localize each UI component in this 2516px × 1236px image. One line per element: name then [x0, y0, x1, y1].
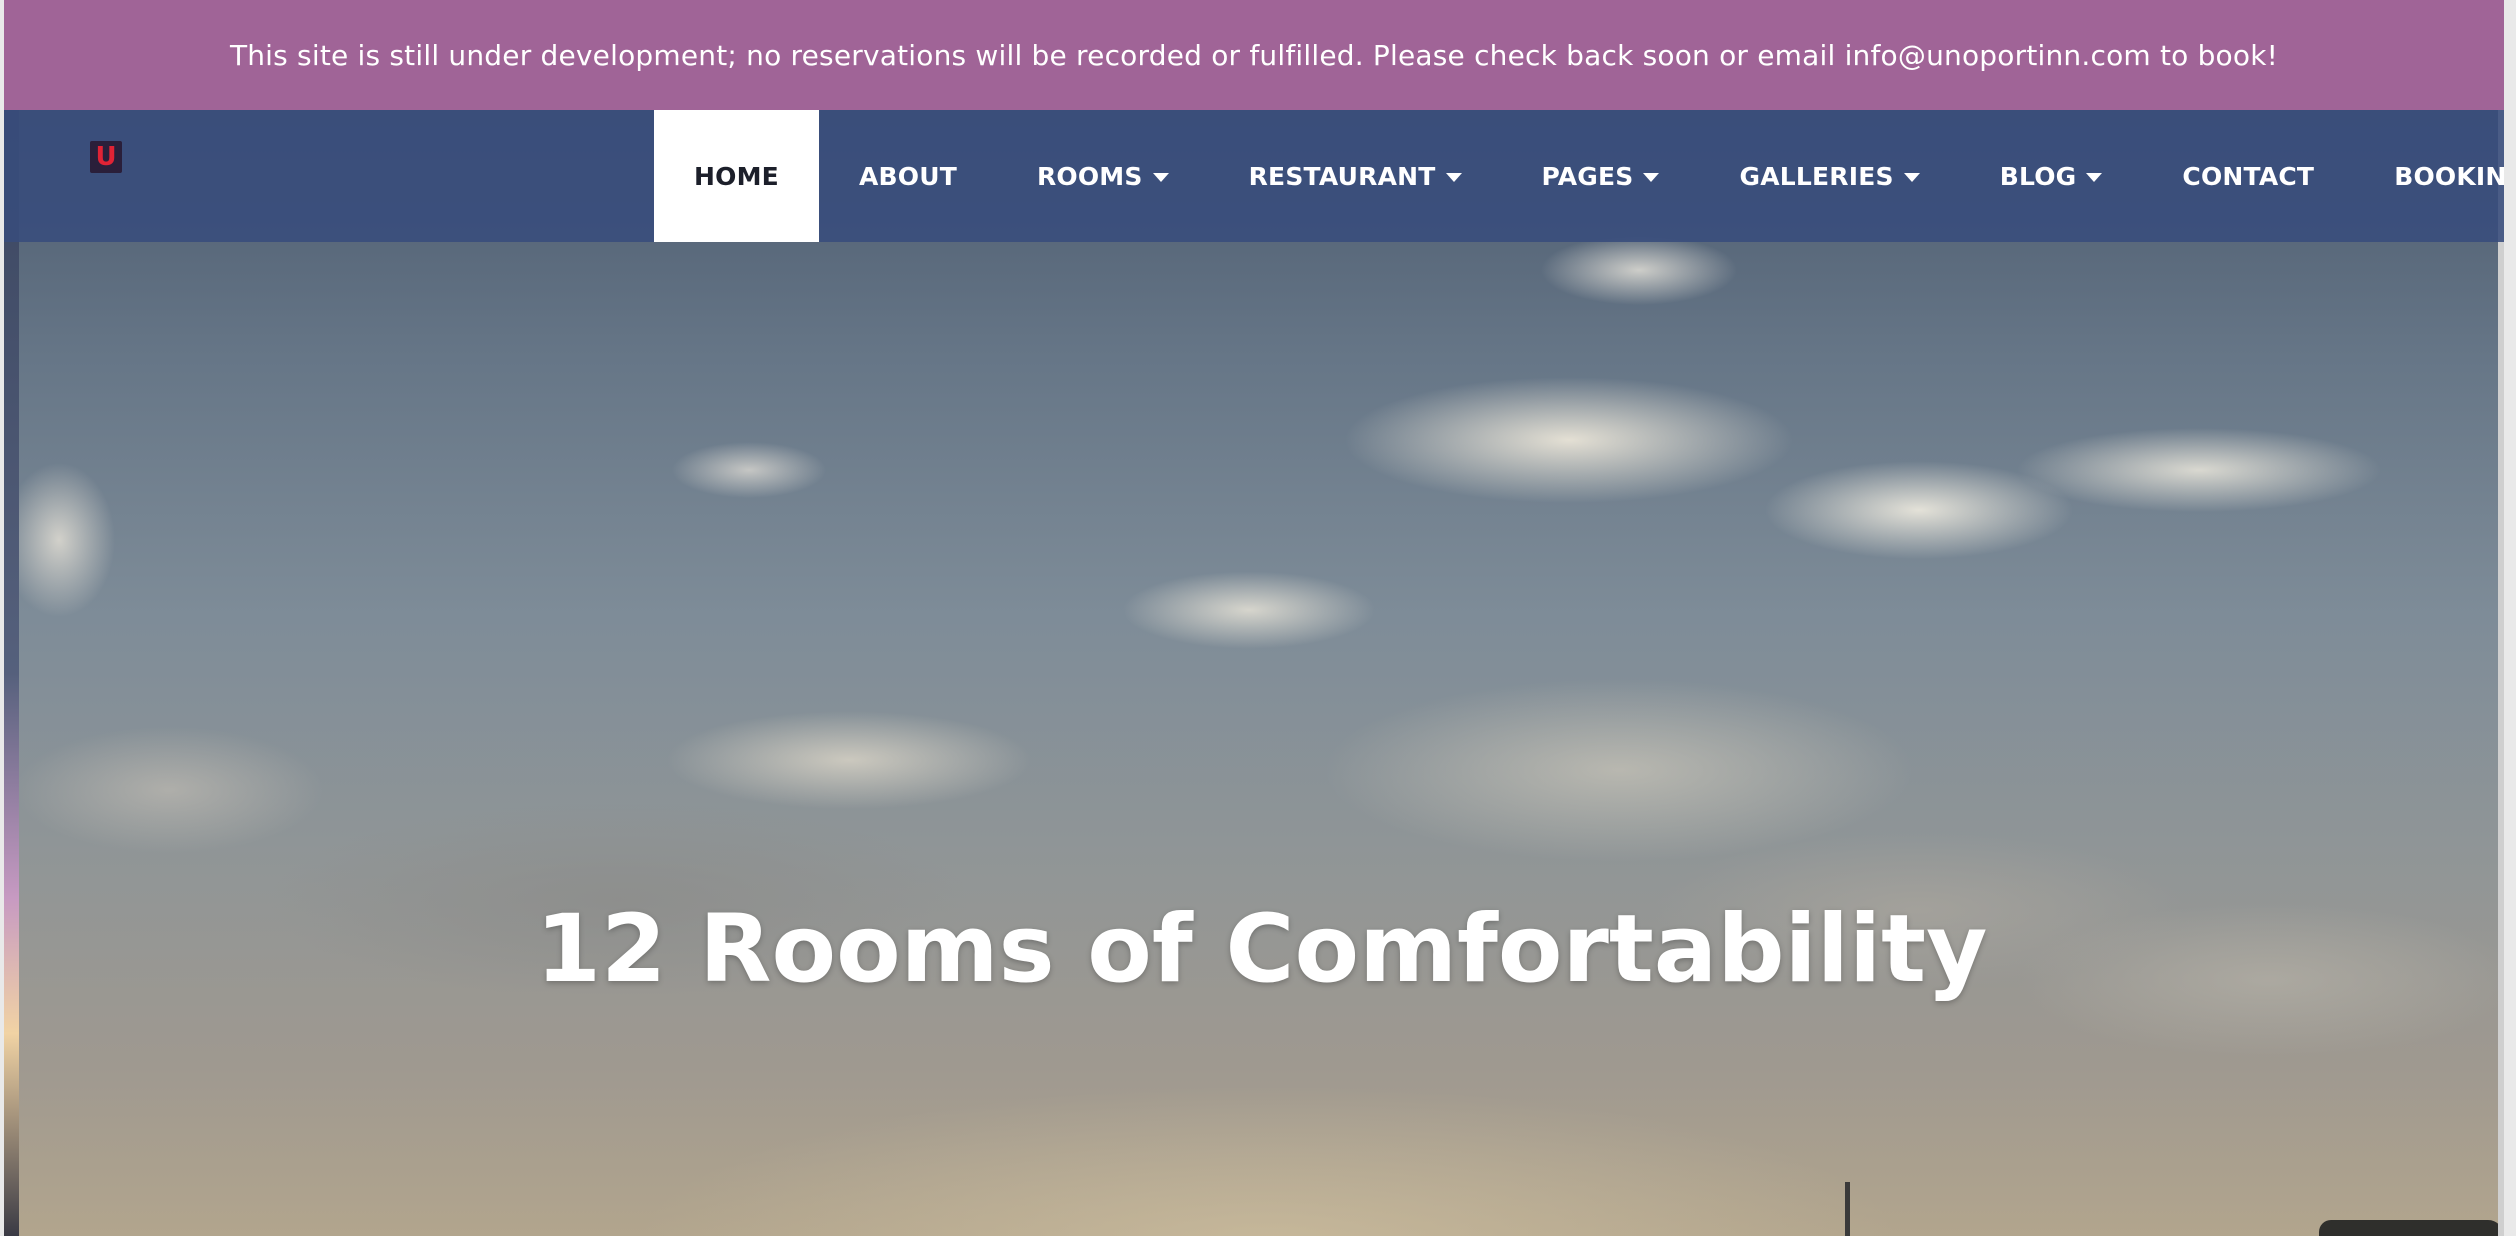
nav-item-label: ABOUT [858, 161, 957, 191]
nav-item-label: GALLERIES [1739, 161, 1894, 191]
nav-item-rooms[interactable]: ROOMS [997, 110, 1209, 242]
hero-background-tower [1845, 1182, 1850, 1236]
hero-title: 12 Rooms of Comfortability [535, 895, 1988, 1004]
nav-item-label: PAGES [1541, 161, 1634, 191]
page: This site is still under development; no… [4, 0, 2504, 1236]
nav-item-label: BOOKING [2394, 161, 2504, 191]
nav-item-restaurant[interactable]: RESTAURANT [1209, 110, 1502, 242]
caret-down-icon [1643, 172, 1660, 182]
nav-item-galleries[interactable]: GALLERIES [1699, 110, 1959, 242]
main-navbar: U HOME ABOUT ROOMS RESTAURANT PAGES GALL… [4, 110, 2504, 242]
nav-item-label: ROOMS [1036, 161, 1143, 191]
nav-menu: HOME ABOUT ROOMS RESTAURANT PAGES GALLER… [654, 110, 2504, 242]
hero-background-treeline [2319, 1220, 2504, 1236]
caret-down-icon [1903, 172, 1920, 182]
nav-item-home[interactable]: HOME [654, 110, 819, 242]
nav-item-label: BLOG [1999, 161, 2077, 191]
right-edge-strip [2498, 110, 2504, 1236]
development-notice-text: This site is still under development; no… [229, 38, 2279, 72]
caret-down-icon [1445, 172, 1462, 182]
nav-item-label: RESTAURANT [1248, 161, 1436, 191]
nav-item-booking[interactable]: BOOKING [2354, 110, 2504, 242]
hero-section: 12 Rooms of Comfortability [19, 110, 2504, 1236]
nav-item-contact[interactable]: CONTACT [2142, 110, 2354, 242]
nav-item-label: CONTACT [2182, 161, 2315, 191]
logo-letter: U [95, 142, 117, 172]
nav-item-label: HOME [694, 161, 779, 191]
nav-item-about[interactable]: ABOUT [819, 110, 997, 242]
development-notice-bar: This site is still under development; no… [4, 0, 2504, 110]
caret-down-icon [2086, 172, 2103, 182]
nav-item-blog[interactable]: BLOG [1960, 110, 2143, 242]
site-logo[interactable]: U [90, 141, 122, 173]
left-edge-strip [4, 110, 19, 1236]
nav-item-pages[interactable]: PAGES [1502, 110, 1700, 242]
caret-down-icon [1152, 172, 1169, 182]
